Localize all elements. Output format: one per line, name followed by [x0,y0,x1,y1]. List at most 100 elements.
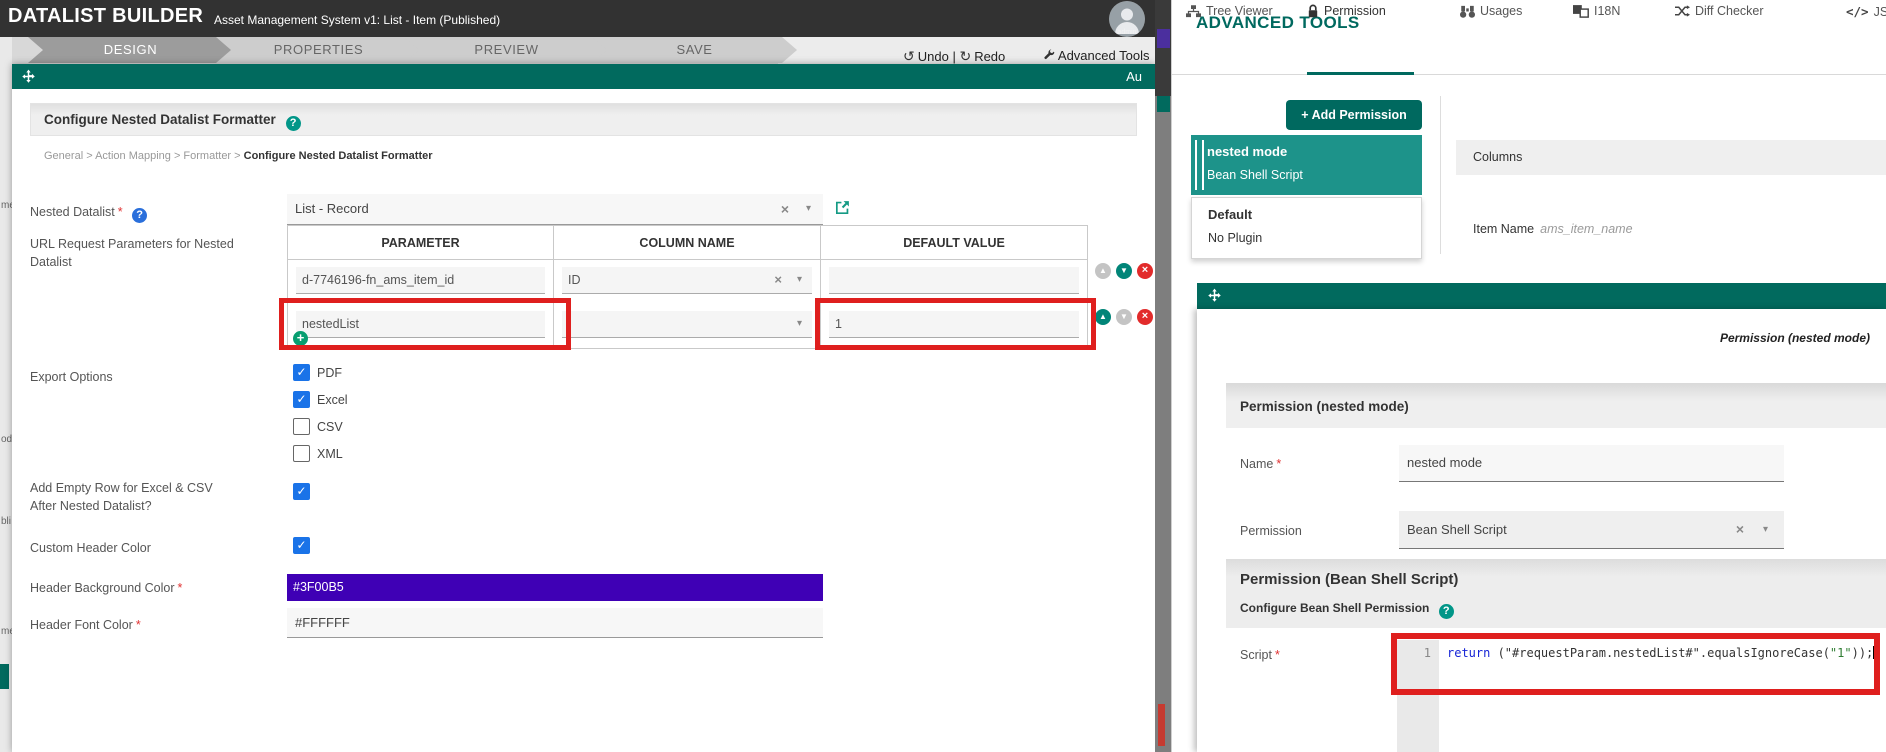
checkbox-pdf[interactable]: ✓ [293,364,310,381]
tab-diff-checker[interactable]: Diff Checker [1675,4,1764,18]
export-option-row: XML [293,445,343,462]
beanshell-section-header: Permission (Bean Shell Script) Configure… [1226,559,1886,628]
row-actions: ▲ ▼ × [1095,309,1158,327]
export-option-row: CSV [293,418,343,435]
breadcrumb-current: Configure Nested Datalist Formatter [243,150,433,162]
url-params-label: URL Request Parameters for Nested Datali… [30,237,234,269]
required-mark: * [117,205,123,219]
delete-row-button[interactable]: × [1137,263,1153,279]
checkbox-csv[interactable] [293,418,310,435]
export-options-label: Export Options [30,370,113,384]
delete-row-button[interactable]: × [1137,309,1153,325]
help-icon[interactable]: ? [1438,604,1454,619]
columns-section-header: Columns [1456,140,1886,175]
column-list-item[interactable]: Item Name ams_item_name [1473,222,1633,236]
default-value-input[interactable] [829,267,1079,294]
breadcrumb-prefix: General > Action Mapping > Formatter > [44,150,244,162]
move-icon[interactable] [1207,288,1222,303]
checkbox-label: XML [317,446,343,461]
help-icon[interactable]: ? [285,116,301,131]
clear-icon[interactable]: × [1736,521,1744,537]
diff-shuffle-icon [1675,5,1690,17]
chevron-down-icon[interactable]: ▾ [806,203,811,214]
chevron-down-icon[interactable]: ▾ [797,318,802,329]
binoculars-icon [1460,5,1475,18]
permission-card-default[interactable]: Default No Plugin [1191,197,1422,259]
tab-i18n[interactable]: I18N [1573,4,1620,18]
column-name-select[interactable]: ▾ [562,311,812,338]
permission-editor-title-bar[interactable] [1197,283,1886,309]
dialog-title-bar[interactable]: Au [12,64,1155,89]
background-text-fragment: me [1,200,12,211]
user-avatar[interactable]: admin [1109,1,1145,37]
top-bar: DATALIST BUILDER Asset Management System… [0,0,1171,37]
redo-icon: ↻ [959,48,972,64]
open-datalist-external-link-icon[interactable] [834,199,851,216]
move-row-up-button[interactable]: ▲ [1095,263,1111,279]
check-icon: ✓ [296,484,307,498]
export-option-row: ✓ Excel [293,391,348,408]
header-font-color-input[interactable]: #FFFFFF [287,608,823,638]
column-name-select[interactable]: ID × ▾ [562,267,812,294]
tab-tree-viewer[interactable]: Tree Viewer [1186,4,1273,18]
clear-icon[interactable]: × [774,272,782,287]
parameter-input[interactable]: d-7746196-fn_ams_item_id [296,267,545,294]
redo-button[interactable]: Redo [974,49,1005,64]
tab-properties[interactable]: PROPERTIES [216,37,421,63]
panel-divider[interactable] [1155,0,1172,752]
permission-card-nested-mode[interactable]: nested mode Bean Shell Script [1191,135,1422,195]
toolbar-separator: | [952,49,956,64]
required-mark: * [135,618,141,632]
chevron-down-icon[interactable]: ▾ [797,274,802,285]
tab-usages[interactable]: Usages [1460,4,1522,18]
highlight-box-default-value [815,298,1096,350]
move-row-down-button[interactable]: ▼ [1116,309,1132,325]
tab-permission[interactable]: Permission [1307,4,1386,18]
tree-icon [1186,4,1201,17]
background-teal-fragment [0,664,9,689]
checkbox-custom-header-color[interactable]: ✓ [293,537,310,554]
nested-datalist-value: List - Record [295,201,369,216]
move-icon[interactable] [21,69,36,84]
add-permission-button[interactable]: + Add Permission [1286,100,1422,130]
row-actions: ▲ ▼ × [1095,263,1158,281]
checkbox-label: Excel [317,392,348,407]
highlight-box-parameter [279,298,571,350]
check-icon: ✓ [296,392,307,406]
url-params-table: PARAMETER COLUMN NAME DEFAULT VALUE d-77… [279,225,1096,350]
help-icon[interactable]: ? [132,208,148,223]
header-bg-color-label: Header Background Color * [30,581,183,595]
move-row-up-button[interactable]: ▲ [1095,309,1111,325]
checkbox-add-empty-row[interactable]: ✓ [293,483,310,500]
checkbox-excel[interactable]: ✓ [293,391,310,408]
card-subtitle: Bean Shell Script [1207,168,1303,182]
checkbox-xml[interactable] [293,445,310,462]
tab-preview[interactable]: PREVIEW [404,37,609,63]
nested-datalist-select[interactable]: List - Record × ▾ [287,194,823,225]
editor-context-label: Permission (nested mode) [1719,331,1870,345]
header-bg-color-input[interactable]: #3F00B5 [287,574,823,601]
dialog-title: Configure Nested Datalist Formatter [44,112,276,127]
script-label: Script * [1240,648,1280,662]
plus-icon: + [1301,108,1309,122]
table-row: d-7746196-fn_ams_item_id ID × ▾ [288,260,1087,302]
column-header-default-value: DEFAULT VALUE [821,226,1087,260]
clear-icon[interactable]: × [781,201,789,217]
undo-button[interactable]: Undo [918,49,949,64]
name-input[interactable]: nested mode [1399,445,1784,482]
tab-json-definition[interactable]: </> JSON De [1846,4,1886,19]
undo-redo-toolbar: ↺ Undo | ↻ Redo [903,48,1005,65]
card-title: Default [1208,207,1253,222]
advanced-tools-button[interactable]: Advanced Tools [1058,48,1150,63]
tab-save[interactable]: SAVE [592,37,797,63]
table-header-row: PARAMETER COLUMN NAME DEFAULT VALUE [288,226,1087,260]
chevron-down-icon[interactable]: ▾ [1763,524,1768,535]
code-icon: </> [1846,4,1869,19]
required-mark: * [177,581,183,595]
tab-design[interactable]: DESIGN [28,37,233,63]
active-tab-underline [1307,72,1414,75]
permission-select[interactable]: Bean Shell Script × ▾ [1399,511,1784,549]
wrench-icon [1044,49,1055,59]
move-row-down-button[interactable]: ▼ [1116,263,1132,279]
advanced-tools-tab-bar [1172,48,1886,75]
